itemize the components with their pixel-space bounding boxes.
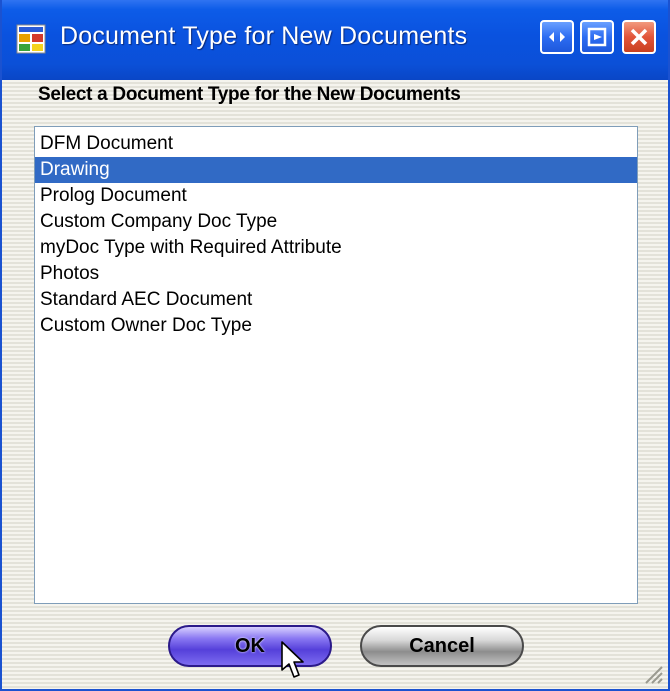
document-type-list[interactable]: DFM Document Drawing Prolog Document Cus… <box>34 126 638 604</box>
window-title: Document Type for New Documents <box>60 22 468 50</box>
mouse-pointer-icon <box>281 641 304 678</box>
close-icon <box>630 28 648 46</box>
app-window-icon <box>16 24 46 54</box>
cancel-button[interactable]: Cancel <box>360 625 524 667</box>
minimize-to-tray-icon <box>587 27 607 47</box>
list-item[interactable]: myDoc Type with Required Attribute <box>35 235 637 261</box>
minimize-to-tray-button[interactable] <box>580 20 614 54</box>
list-item-selected[interactable]: Drawing <box>35 157 637 183</box>
restore-button[interactable] <box>540 20 574 54</box>
list-item[interactable]: Custom Company Doc Type <box>35 209 637 235</box>
list-item[interactable]: Standard AEC Document <box>35 287 637 313</box>
ok-button[interactable]: OK <box>168 625 332 667</box>
close-button[interactable] <box>622 20 656 54</box>
title-bar[interactable]: Document Type for New Documents <box>2 0 668 80</box>
restore-icon <box>549 32 565 42</box>
resize-grip-icon[interactable] <box>640 661 664 685</box>
ok-button-label: OK <box>235 635 265 657</box>
dialog-window: Document Type for New Documents Select a… <box>0 0 670 691</box>
list-item[interactable]: Custom Owner Doc Type <box>35 313 637 339</box>
list-item[interactable]: Prolog Document <box>35 183 637 209</box>
cancel-button-label: Cancel <box>409 635 475 657</box>
list-item[interactable]: DFM Document <box>35 131 637 157</box>
list-item[interactable]: Photos <box>35 261 637 287</box>
instruction-heading: Select a Document Type for the New Docum… <box>38 84 461 105</box>
